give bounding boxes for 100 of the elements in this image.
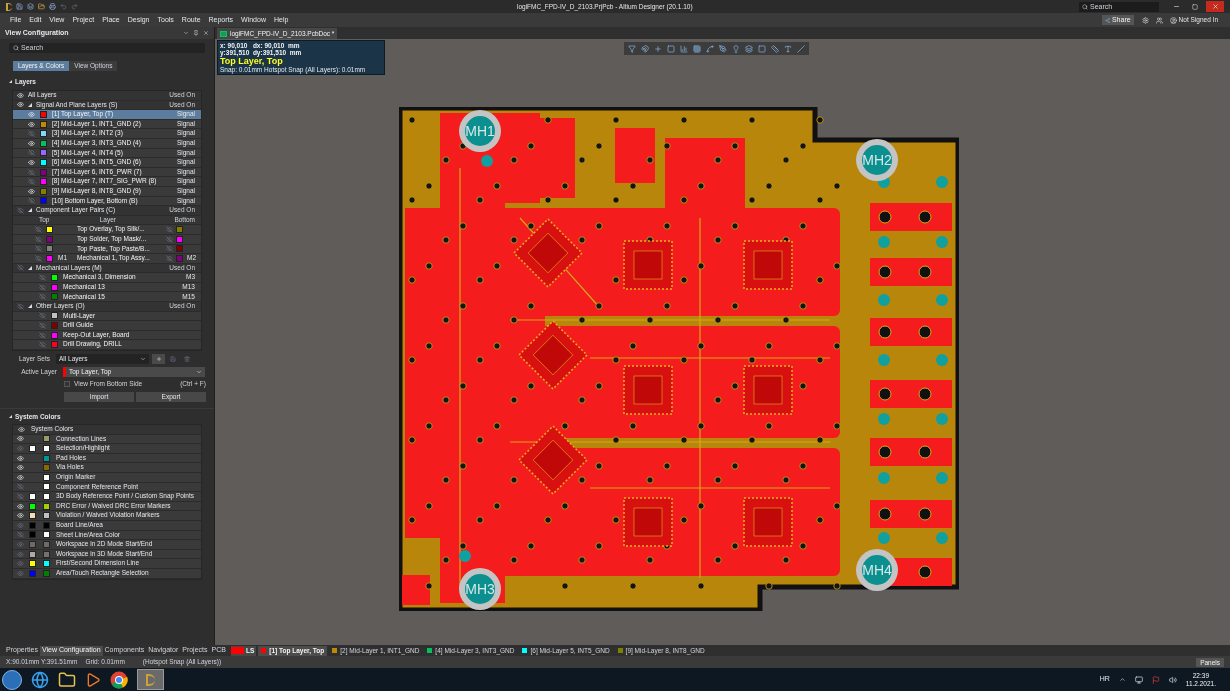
collapse-icon[interactable] (28, 102, 32, 107)
delete-icon[interactable] (184, 356, 190, 363)
open-icon[interactable] (38, 3, 45, 10)
color-swatch[interactable] (29, 512, 36, 520)
color-swatch[interactable] (29, 521, 36, 529)
flag-icon[interactable] (1151, 675, 1160, 684)
checkbox[interactable] (64, 381, 70, 388)
color-swatch[interactable] (51, 283, 58, 291)
toolbar-tool-icon[interactable] (719, 44, 727, 53)
collapse-icon[interactable] (28, 266, 32, 270)
color-swatch[interactable] (43, 569, 50, 577)
color-swatch[interactable] (40, 139, 47, 147)
hidden-eye-icon[interactable] (35, 245, 42, 253)
toolbar-tool-icon[interactable] (797, 44, 805, 53)
save-icon[interactable] (16, 3, 23, 10)
color-swatch[interactable] (46, 235, 53, 243)
color-swatch[interactable] (46, 254, 53, 262)
hidden-eye-icon[interactable] (17, 531, 24, 539)
print-icon[interactable] (49, 3, 56, 10)
eye-icon[interactable] (17, 512, 24, 520)
color-swatch[interactable] (51, 274, 58, 282)
toolbar-tool-icon[interactable] (784, 44, 792, 53)
undo-icon[interactable] (60, 3, 67, 10)
toolbar-tool-icon[interactable] (654, 44, 662, 53)
collapse-icon[interactable] (28, 304, 32, 309)
show-hidden-icons-icon[interactable] (1118, 676, 1126, 683)
folder-icon[interactable] (58, 670, 76, 689)
hidden-eye-icon[interactable] (17, 493, 24, 500)
color-swatch[interactable] (43, 445, 50, 452)
eye-icon[interactable] (28, 158, 35, 166)
hidden-eye-icon[interactable] (35, 254, 42, 262)
color-swatch[interactable] (29, 493, 36, 500)
collapse-icon[interactable] (9, 415, 12, 419)
hidden-eye-icon[interactable] (39, 274, 46, 282)
color-swatch[interactable] (29, 502, 36, 510)
color-swatch[interactable] (43, 473, 50, 481)
start-button[interactable] (2, 669, 22, 690)
active-app-button[interactable] (137, 669, 164, 690)
hidden-eye-icon[interactable] (39, 293, 46, 301)
hidden-eye-icon[interactable] (39, 331, 46, 339)
color-swatch[interactable] (51, 341, 58, 349)
minimize-icon[interactable] (1173, 3, 1180, 10)
pin-icon[interactable] (193, 30, 199, 36)
color-swatch[interactable] (40, 111, 47, 118)
color-swatch[interactable] (40, 149, 47, 157)
toolbar-tool-icon[interactable] (680, 44, 688, 53)
add-layer-set-button[interactable] (152, 354, 165, 365)
color-swatch[interactable] (43, 502, 50, 510)
toolbar-tool-icon[interactable] (771, 44, 779, 53)
toolbar-tool-icon[interactable] (667, 44, 675, 53)
volume-icon[interactable] (1168, 675, 1177, 684)
color-swatch[interactable] (51, 322, 58, 330)
color-swatch[interactable] (51, 293, 58, 301)
redo-icon[interactable] (71, 3, 78, 10)
maximize-icon[interactable] (1192, 3, 1198, 10)
color-swatch[interactable] (176, 254, 183, 262)
toolbar-tool-icon[interactable] (706, 44, 714, 53)
hidden-eye-icon[interactable] (39, 341, 46, 349)
browser-icon[interactable] (31, 670, 49, 689)
close-icon[interactable] (203, 30, 209, 36)
toolbar-tool-icon[interactable] (693, 44, 701, 53)
color-swatch[interactable] (29, 540, 36, 548)
toolbar-tool-icon[interactable] (758, 44, 766, 53)
toolbar-tool-icon[interactable] (628, 44, 636, 53)
toolbar-tool-icon[interactable] (745, 44, 753, 53)
color-swatch[interactable] (29, 560, 36, 568)
color-swatch[interactable] (43, 512, 50, 520)
color-swatch[interactable] (176, 235, 183, 243)
dropdown-icon[interactable] (183, 30, 189, 36)
color-swatch[interactable] (40, 120, 47, 128)
users-icon[interactable] (1155, 16, 1163, 24)
collapse-icon[interactable] (28, 208, 32, 213)
color-swatch[interactable] (43, 560, 50, 568)
color-swatch[interactable] (40, 197, 47, 205)
color-swatch[interactable] (51, 331, 58, 339)
color-swatch[interactable] (43, 550, 50, 558)
color-swatch[interactable] (43, 521, 50, 529)
eye-icon[interactable] (18, 425, 25, 433)
hidden-eye-icon[interactable] (35, 235, 42, 243)
hidden-eye-icon[interactable] (17, 302, 24, 310)
color-swatch[interactable] (43, 540, 50, 548)
toolbar-tool-icon[interactable] (732, 44, 740, 53)
color-swatch[interactable] (43, 454, 50, 462)
color-swatch[interactable] (40, 178, 47, 186)
hidden-eye-icon[interactable] (39, 322, 46, 330)
hidden-eye-icon[interactable] (166, 254, 173, 262)
collapse-icon[interactable] (9, 80, 12, 83)
color-swatch[interactable] (43, 464, 50, 472)
toolbar-tool-icon[interactable] (641, 44, 649, 53)
settings-icon[interactable] (1141, 16, 1149, 24)
color-swatch[interactable] (29, 531, 36, 539)
hidden-eye-icon[interactable] (17, 206, 24, 214)
hidden-eye-icon[interactable] (17, 264, 24, 272)
hidden-eye-icon[interactable] (39, 312, 46, 320)
color-swatch[interactable] (43, 531, 50, 539)
media-player-icon[interactable] (85, 671, 101, 688)
color-swatch[interactable] (40, 158, 47, 166)
network-icon[interactable] (1134, 675, 1143, 684)
color-swatch[interactable] (46, 226, 53, 234)
color-swatch[interactable] (46, 245, 53, 253)
